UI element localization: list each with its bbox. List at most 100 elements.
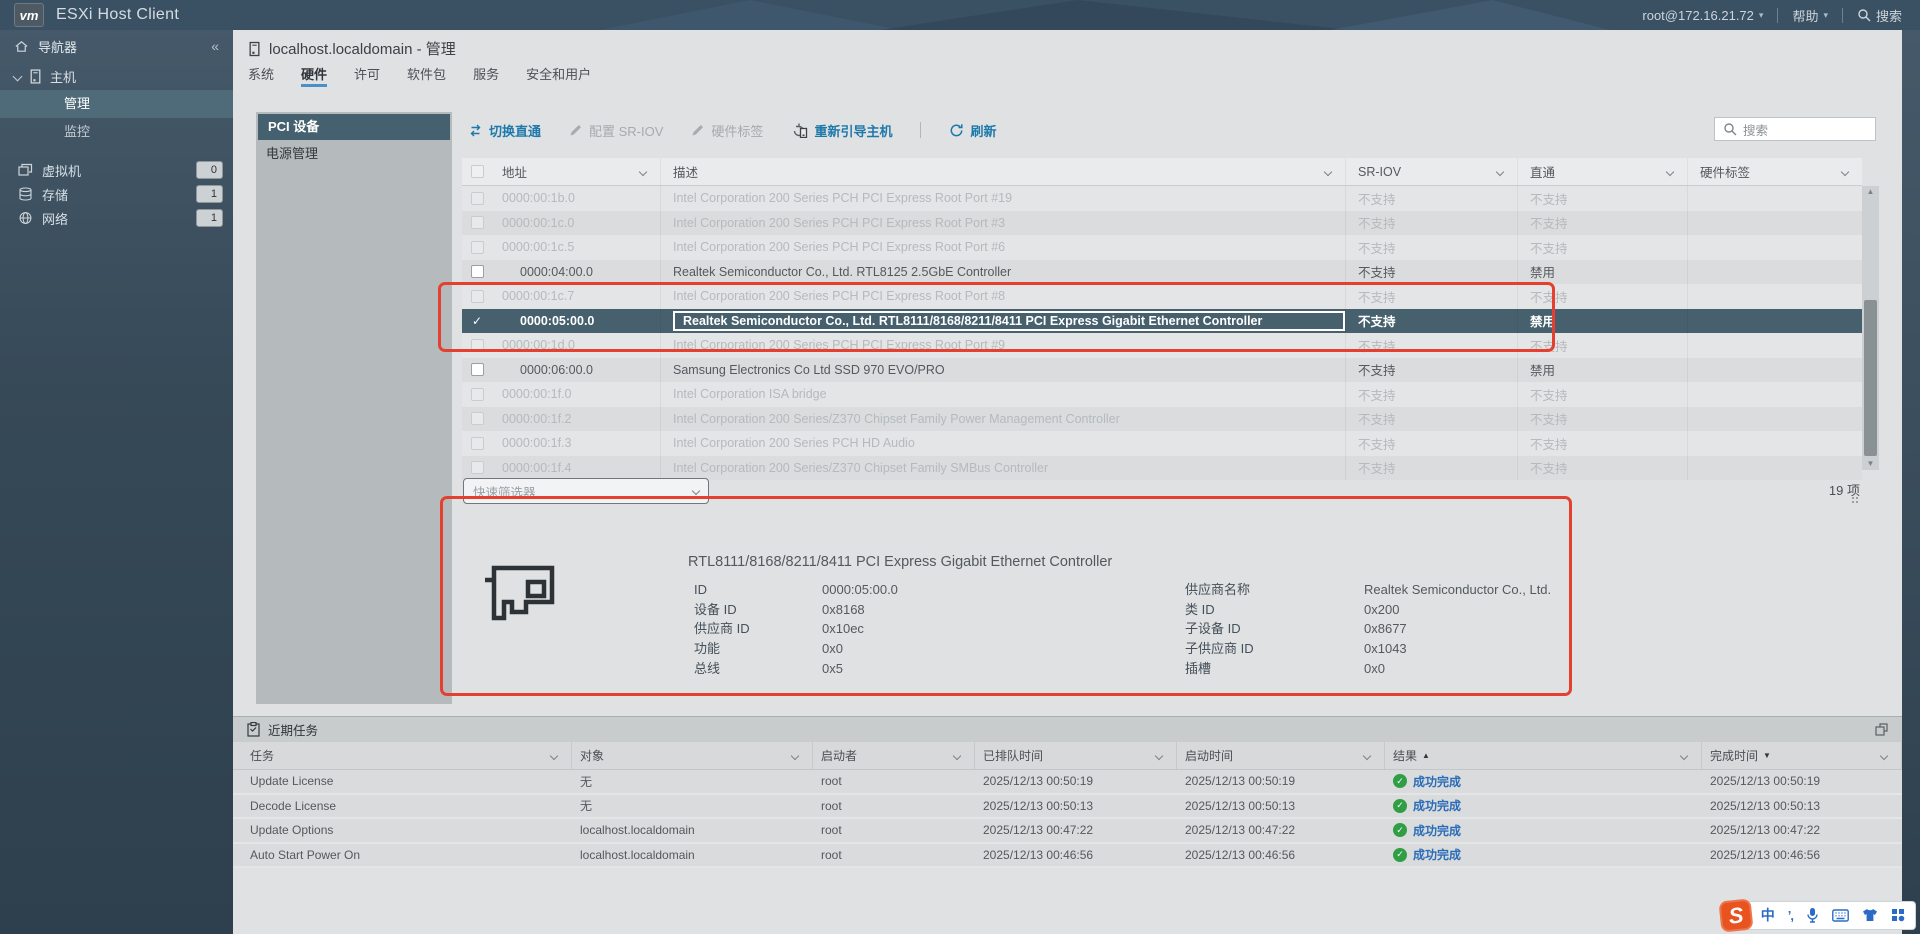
table-search-input[interactable]: 搜索: [1714, 117, 1876, 141]
chevron-down-icon: [1841, 167, 1849, 175]
row-checkbox[interactable]: [471, 265, 484, 278]
sidebar-item-network[interactable]: 网络 1: [0, 206, 233, 230]
column-header-task[interactable]: 任务: [242, 742, 572, 769]
table-row-selected[interactable]: ✓ 0000:05:00.0 Realtek Semiconductor Co.…: [462, 309, 1862, 334]
select-all-checkbox[interactable]: [471, 165, 484, 178]
row-checkbox[interactable]: [471, 461, 484, 474]
selected-description-cell[interactable]: Realtek Semiconductor Co., Ltd. RTL8111/…: [673, 311, 1345, 331]
row-checkbox[interactable]: [471, 437, 484, 450]
reboot-host-button[interactable]: 重新引导主机: [791, 121, 892, 140]
column-header-target[interactable]: 对象: [572, 742, 813, 769]
table-row[interactable]: 0000:06:00.0Samsung Electronics Co Ltd S…: [462, 358, 1862, 383]
host-label: 主机: [50, 67, 76, 86]
table-row[interactable]: 0000:00:1c.7Intel Corporation 200 Series…: [462, 284, 1862, 309]
table-row[interactable]: 0000:00:1c.0Intel Corporation 200 Series…: [462, 211, 1862, 236]
column-header-queued[interactable]: 已排队时间: [975, 742, 1177, 769]
toggle-passthrough-button[interactable]: 切换直通: [468, 121, 541, 140]
popout-icon[interactable]: [1875, 723, 1888, 736]
column-header-started[interactable]: 启动时间: [1177, 742, 1385, 769]
sidebar-item-host[interactable]: 主机: [0, 62, 233, 90]
microphone-icon[interactable]: [1806, 907, 1819, 923]
column-header-passthrough[interactable]: 直通: [1517, 158, 1687, 185]
tab-packages[interactable]: 软件包: [407, 60, 446, 87]
table-row[interactable]: 0000:00:1f.3Intel Corporation 200 Series…: [462, 431, 1862, 456]
subnav-item-power-management[interactable]: 电源管理: [256, 140, 452, 167]
sidebar-item-manage[interactable]: 管理: [0, 90, 233, 118]
table-row[interactable]: 0000:00:1f.4Intel Corporation 200 Series…: [462, 456, 1862, 481]
quick-filter-dropdown[interactable]: 快速筛选器: [463, 478, 709, 504]
tab-security-users[interactable]: 安全和用户: [526, 60, 591, 87]
network-icon: [18, 211, 33, 225]
table-row[interactable]: 0000:00:1d.0Intel Corporation 200 Series…: [462, 333, 1862, 358]
refresh-button[interactable]: 刷新: [949, 121, 996, 140]
divider: [1777, 8, 1778, 23]
host-icon: [29, 69, 42, 84]
task-result-link[interactable]: ✓成功完成: [1393, 846, 1461, 863]
table-row[interactable]: 0000:00:1f.2Intel Corporation 200 Series…: [462, 407, 1862, 432]
task-row[interactable]: Decode License无 root2025/12/13 00:50:13 …: [233, 795, 1902, 820]
chevron-expanded-icon[interactable]: [13, 71, 23, 81]
table-row[interactable]: 0000:00:1f.0Intel Corporation ISA bridge…: [462, 382, 1862, 407]
success-icon: ✓: [1393, 823, 1407, 837]
table-row[interactable]: 0000:00:1b.0Intel Corporation 200 Series…: [462, 186, 1862, 211]
storage-label: 存储: [42, 185, 68, 204]
pci-toolbar: 切换直通 配置 SR-IOV 硬件标签 重新引导主机 刷新: [468, 112, 1468, 148]
configure-sriov-button[interactable]: 配置 SR-IOV: [569, 121, 663, 140]
sidebar-item-monitor[interactable]: 监控: [0, 118, 233, 146]
scroll-up-arrow[interactable]: ▲: [1867, 186, 1875, 198]
task-result-link[interactable]: ✓成功完成: [1393, 773, 1461, 790]
table-row[interactable]: 0000:04:00.0Realtek Semiconductor Co., L…: [462, 260, 1862, 285]
task-result-link[interactable]: ✓成功完成: [1393, 822, 1461, 839]
skin-icon[interactable]: [1862, 908, 1878, 922]
row-checkbox[interactable]: [471, 339, 484, 352]
tab-licensing[interactable]: 许可: [354, 60, 380, 87]
row-checkbox[interactable]: [471, 363, 484, 376]
esxi-host-client-window: vm ESXi Host Client root@172.16.21.72▾ 帮…: [0, 0, 1920, 934]
column-header-description[interactable]: 描述: [660, 158, 1345, 185]
chinese-mode-icon[interactable]: 中: [1761, 905, 1775, 925]
keyboard-icon[interactable]: [1832, 909, 1849, 922]
global-search[interactable]: 搜索: [1857, 6, 1902, 25]
help-menu[interactable]: 帮助▾: [1792, 6, 1828, 25]
user-menu[interactable]: root@172.16.21.72▾: [1642, 8, 1763, 23]
item-count: 19 项: [1770, 480, 1860, 499]
chevron-down-icon: [1496, 167, 1504, 175]
row-checkbox-checked[interactable]: ✓: [472, 314, 482, 328]
task-row[interactable]: Auto Start Power Onlocalhost.localdomain…: [233, 844, 1902, 869]
column-header-result[interactable]: 结果▲: [1385, 742, 1702, 769]
chevron-down-icon: ▾: [1759, 10, 1764, 21]
vmware-logo[interactable]: vm: [14, 3, 44, 27]
hardware-label-button[interactable]: 硬件标签: [691, 121, 763, 140]
row-checkbox[interactable]: [471, 216, 484, 229]
table-row[interactable]: 0000:00:1c.5Intel Corporation 200 Series…: [462, 235, 1862, 260]
tab-services[interactable]: 服务: [473, 60, 499, 87]
sogou-logo[interactable]: S: [1718, 898, 1753, 932]
punctuation-icon[interactable]: ’,: [1788, 908, 1793, 923]
column-header-hardware-label[interactable]: 硬件标签: [1687, 158, 1862, 185]
row-checkbox[interactable]: [471, 290, 484, 303]
task-row[interactable]: Update Optionslocalhost.localdomain root…: [233, 819, 1902, 844]
column-header-completed[interactable]: 完成时间▼: [1702, 742, 1902, 769]
task-result-link[interactable]: ✓成功完成: [1393, 797, 1461, 814]
collapse-sidebar-button[interactable]: «: [211, 38, 219, 54]
sidebar-item-virtual-machines[interactable]: 虚拟机 0: [0, 158, 233, 182]
tab-hardware[interactable]: 硬件: [301, 60, 327, 87]
task-row[interactable]: Update License无 root2025/12/13 00:50:19 …: [233, 770, 1902, 795]
table-header-row: 地址 描述 SR-IOV 直通 硬件标签: [462, 158, 1862, 186]
resize-grip[interactable]: [1852, 497, 1854, 499]
table-scrollbar[interactable]: ▲ ▼: [1862, 186, 1879, 470]
scrollbar-thumb[interactable]: [1864, 300, 1877, 456]
column-header-address[interactable]: 地址: [492, 162, 660, 181]
tab-system[interactable]: 系统: [248, 60, 274, 87]
sidebar-item-storage[interactable]: 存储 1: [0, 182, 233, 206]
column-header-initiator[interactable]: 启动者: [813, 742, 975, 769]
row-checkbox[interactable]: [471, 388, 484, 401]
scroll-down-arrow[interactable]: ▼: [1867, 458, 1875, 470]
row-checkbox[interactable]: [471, 192, 484, 205]
subnav-item-pci-devices[interactable]: PCI 设备: [258, 114, 450, 140]
column-header-sriov[interactable]: SR-IOV: [1345, 158, 1517, 185]
sort-descending-icon: ▼: [1763, 751, 1771, 760]
row-checkbox[interactable]: [471, 241, 484, 254]
row-checkbox[interactable]: [471, 412, 484, 425]
toolbox-icon[interactable]: [1891, 908, 1905, 922]
